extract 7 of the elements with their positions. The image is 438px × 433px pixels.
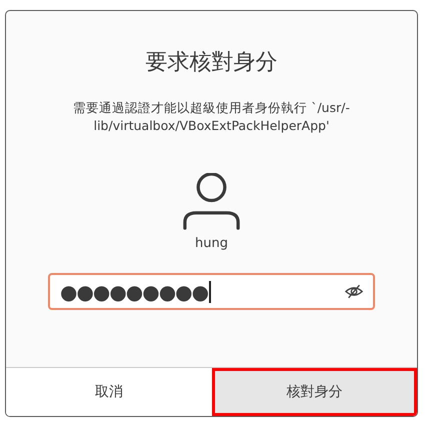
user-name: hung bbox=[195, 236, 228, 251]
user-avatar-icon bbox=[183, 173, 240, 230]
confirm-button[interactable]: 核對身分 bbox=[212, 368, 417, 416]
password-field[interactable]: ●●●●●●●●● bbox=[48, 273, 375, 310]
dialog-title: 要求核對身分 bbox=[146, 49, 278, 77]
dialog-message: 需要通過認證才能以超級使用者身份執行 `/usr/- lib/virtualbox/VBoxExtPackHelperApp' bbox=[72, 99, 351, 135]
eye-slash-icon[interactable] bbox=[345, 284, 363, 299]
